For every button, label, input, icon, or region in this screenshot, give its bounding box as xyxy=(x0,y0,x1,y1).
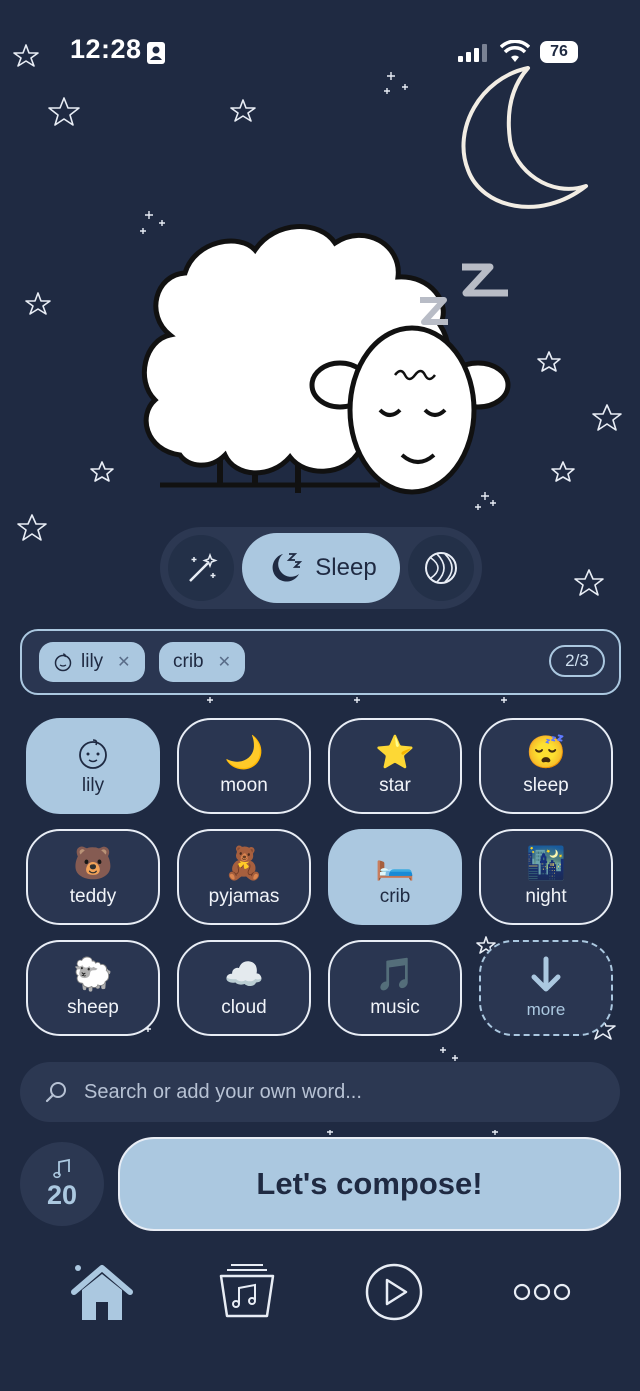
chip-label: crib xyxy=(173,651,204,672)
contact-card-icon xyxy=(147,42,165,64)
mode-selector: Sleep xyxy=(160,527,482,609)
bed-icon: 🛏️ xyxy=(375,845,415,881)
sleep-moon-icon xyxy=(272,553,303,582)
selected-words-bar: lily ✕ crib ✕ 2/3 xyxy=(20,629,621,695)
word-label: night xyxy=(525,886,567,907)
word-card-night[interactable]: 🌃 night xyxy=(479,829,613,925)
status-time: 12:28 xyxy=(70,34,142,64)
search-icon xyxy=(45,1082,66,1103)
word-card-lily[interactable]: lily xyxy=(26,718,160,814)
moon-illustration xyxy=(461,66,588,209)
remove-chip-icon[interactable]: ✕ xyxy=(218,652,231,672)
night-city-icon: 🌃 xyxy=(526,845,566,881)
star-icon xyxy=(537,351,561,372)
selection-count-badge: 2/3 xyxy=(549,645,605,677)
word-card-star[interactable]: ⭐ star xyxy=(328,718,462,814)
ball-icon xyxy=(425,552,457,584)
word-card-moon[interactable]: 🌙 moon xyxy=(177,718,311,814)
star-icon xyxy=(551,461,575,482)
word-label: cloud xyxy=(221,997,267,1018)
word-label: lily xyxy=(81,775,105,796)
credits-counter: 20 xyxy=(20,1142,104,1226)
star-icon xyxy=(592,404,622,431)
baby-face-icon xyxy=(54,653,72,672)
nav-library[interactable] xyxy=(207,1252,287,1332)
arrow-down-icon xyxy=(531,956,561,992)
star-icon xyxy=(17,514,47,541)
word-label: sleep xyxy=(523,775,569,796)
ball-mode-button[interactable] xyxy=(408,535,474,601)
library-icon xyxy=(219,1264,275,1318)
word-label: teddy xyxy=(69,886,117,907)
home-icon xyxy=(71,1265,133,1320)
teddy-bear-icon: 🧸 xyxy=(224,845,264,881)
word-card-crib[interactable]: 🛏️ crib xyxy=(328,829,462,925)
more-words-button[interactable]: more xyxy=(479,940,613,1036)
chip-lily[interactable]: lily ✕ xyxy=(39,642,145,682)
word-label: pyjamas xyxy=(208,886,280,907)
word-card-pyjamas[interactable]: 🧸 pyjamas xyxy=(177,829,311,925)
music-note-icon xyxy=(53,1158,70,1178)
more-icon xyxy=(513,1283,571,1301)
cloud-icon: ☁️ xyxy=(224,956,264,992)
word-card-cloud[interactable]: ☁️ cloud xyxy=(177,940,311,1036)
moon-icon: 🌙 xyxy=(224,734,264,770)
magic-wand-icon xyxy=(189,552,218,582)
sleep-mode-button[interactable]: Sleep xyxy=(242,533,400,603)
credits-value: 20 xyxy=(46,1179,78,1210)
chip-crib[interactable]: crib ✕ xyxy=(159,642,246,682)
star-icon xyxy=(48,97,80,126)
word-label: moon xyxy=(220,775,268,796)
star-icon: ⭐ xyxy=(375,734,415,770)
music-note-icon: 🎵 xyxy=(375,956,415,992)
nav-home[interactable] xyxy=(60,1252,140,1332)
word-card-sheep[interactable]: 🐑 sheep xyxy=(26,940,160,1036)
sleeping-face-icon: 😴 xyxy=(526,734,566,770)
word-card-teddy[interactable]: 🐻 teddy xyxy=(26,829,160,925)
chip-label: lily xyxy=(81,651,104,672)
search-bar xyxy=(20,1062,620,1122)
word-label: star xyxy=(379,775,411,796)
remove-chip-icon[interactable]: ✕ xyxy=(117,652,130,672)
search-input[interactable] xyxy=(82,1079,586,1105)
word-label: sheep xyxy=(67,997,119,1018)
magic-mode-button[interactable] xyxy=(168,535,234,601)
sleeping-sheep-illustration xyxy=(141,224,511,495)
word-label: more xyxy=(526,1000,566,1019)
word-label: music xyxy=(370,997,420,1018)
word-label: crib xyxy=(379,886,411,907)
word-card-sleep[interactable]: 😴 sleep xyxy=(479,718,613,814)
star-icon xyxy=(25,292,51,315)
word-card-music[interactable]: 🎵 music xyxy=(328,940,462,1036)
bear-icon: 🐻 xyxy=(73,845,113,881)
compose-button[interactable]: Let's compose! xyxy=(118,1137,621,1231)
star-icon xyxy=(230,99,256,122)
play-icon xyxy=(365,1263,423,1321)
star-icon xyxy=(90,461,114,482)
nav-play[interactable] xyxy=(354,1252,434,1332)
star-icon xyxy=(574,569,604,596)
sheep-icon: 🐑 xyxy=(73,956,113,992)
sleep-mode-label: Sleep xyxy=(315,554,377,581)
nav-more[interactable] xyxy=(502,1252,582,1332)
baby-face-icon xyxy=(79,739,107,769)
